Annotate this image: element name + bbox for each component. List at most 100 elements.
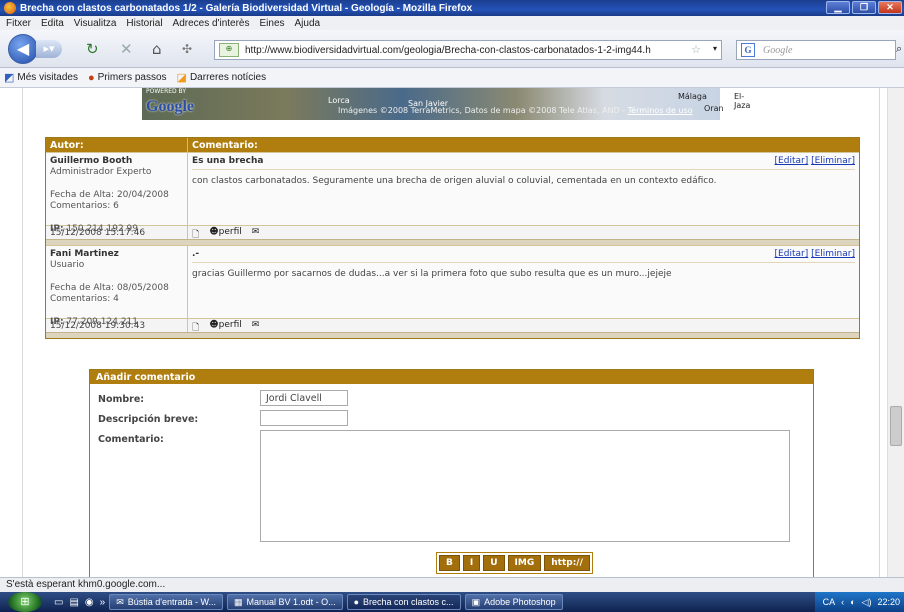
map-copyright: Imágenes ©2008 TerraMetrics, Datos de ma…	[338, 106, 693, 115]
network-icon[interactable]: ◐	[850, 597, 855, 607]
map-label-el-jaza: El-Jaza	[734, 92, 751, 110]
url-bar[interactable]: ⊕ http://www.biodiversidadvirtual.com/ge…	[214, 40, 722, 60]
system-tray: CA ‹ ◐ ◁) 22:20	[814, 592, 904, 612]
search-icon[interactable]: ⌕	[896, 42, 902, 56]
window-title: Brecha con clastos carbonatados 1/2 - Ga…	[20, 2, 473, 14]
menu-eines[interactable]: Eines	[260, 18, 285, 29]
author-name[interactable]: Fani Martinez	[50, 249, 183, 260]
profile-link[interactable]: ☻perfil	[209, 320, 242, 331]
comment-date: 15/12/2008 19:30:43	[46, 319, 188, 332]
document-icon[interactable]: 🗋	[192, 320, 199, 333]
bold-button[interactable]: B	[439, 555, 460, 571]
stop-icon[interactable]: ✕	[120, 41, 133, 57]
map-label-malaga: Málaga	[678, 92, 707, 101]
message-icon[interactable]: ✉	[252, 227, 260, 238]
author-role: Usuario	[50, 260, 85, 270]
comment-date: 15/12/2008 15:17:46	[46, 226, 188, 239]
bookmark-most-visited[interactable]: ◩ Més visitades	[4, 71, 78, 84]
delete-link[interactable]: [Eliminar]	[811, 249, 855, 259]
reload-icon[interactable]: ↻	[86, 41, 99, 57]
menu-bar: Fitxer Edita Visualitza Historial Adrece…	[0, 16, 904, 30]
document-app-icon: ▦	[234, 596, 243, 607]
menu-edita[interactable]: Edita	[41, 18, 64, 29]
comment-body: .- [Editar] [Eliminar] gracias Guillermo…	[188, 246, 859, 318]
close-button[interactable]: ✕	[878, 1, 902, 14]
comment-author: Guillermo Booth Administrador Experto Fe…	[46, 153, 188, 234]
minimize-button[interactable]: ▁	[826, 1, 850, 14]
delete-link[interactable]: [Eliminar]	[811, 156, 855, 166]
tray-expand-icon[interactable]: ‹	[841, 597, 844, 607]
menu-visualitza[interactable]: Visualitza	[74, 18, 117, 29]
name-field[interactable]: Jordi Clavell	[260, 390, 348, 406]
menu-fitxer[interactable]: Fitxer	[6, 18, 31, 29]
taskbar-item-firefox[interactable]: ● Brecha con clastos c...	[346, 594, 461, 610]
author-name[interactable]: Guillermo Booth	[50, 156, 183, 167]
scrollbar-thumb[interactable]	[890, 406, 902, 446]
comment-textarea[interactable]	[260, 430, 790, 542]
comment-author: Fani Martinez Usuario Fecha de Alta: 08/…	[46, 246, 188, 327]
maximize-button[interactable]: ❐	[852, 1, 876, 14]
profile-icon: ☻	[209, 320, 219, 330]
comments-header: Autor: Comentario:	[46, 138, 859, 152]
map-label-lorca: Lorca	[328, 96, 350, 105]
bookmark-latest-news[interactable]: ◪ Darreres notícies	[177, 71, 267, 84]
forward-button[interactable]: ▸▾	[36, 40, 62, 58]
firefox-task-icon: ●	[353, 597, 360, 607]
comment-row: Fani Martinez Usuario Fecha de Alta: 08/…	[46, 245, 859, 327]
comment-title: .-	[192, 249, 855, 263]
windows-taskbar: ⊞ ▭ ▤ ◉ » ✉ Bústia d'entrada - W... ▦ Manu…	[0, 592, 904, 612]
menu-historial[interactable]: Historial	[126, 18, 162, 29]
menu-ajuda[interactable]: Ajuda	[295, 18, 321, 29]
author-role: Administrador Experto	[50, 167, 152, 177]
status-bar: S'està esperant khm0.google.com...	[0, 577, 904, 592]
search-input[interactable]: G Google	[736, 40, 896, 60]
profile-icon: ☻	[209, 227, 219, 237]
bookmark-star-icon[interactable]: ☆	[691, 43, 701, 56]
firefox-icon	[4, 2, 16, 14]
underline-button[interactable]: U	[483, 555, 505, 571]
start-button[interactable]: ⊞	[8, 592, 42, 612]
google-map[interactable]: POWERED BY Google Lorca San Javier Málag…	[142, 88, 750, 120]
description-field[interactable]	[260, 410, 348, 426]
language-indicator[interactable]: CA	[823, 597, 836, 607]
comment-actions: [Editar] [Eliminar]	[775, 249, 855, 259]
comment-footer: 15/12/2008 15:17:46 🗋 ☻perfil ✉	[46, 225, 859, 240]
taskbar-item-writer[interactable]: ▦ Manual BV 1.odt - O...	[227, 594, 343, 610]
show-desktop-icon[interactable]: ▭	[54, 597, 63, 608]
edit-link[interactable]: [Editar]	[775, 249, 809, 259]
url-dropdown-icon[interactable]: ▾	[713, 44, 717, 53]
profile-link[interactable]: ☻perfil	[209, 227, 242, 238]
comment-column-header: Comentario:	[192, 140, 258, 151]
taskbar-item-mail[interactable]: ✉ Bústia d'entrada - W...	[109, 594, 224, 610]
bookmark-first-steps[interactable]: ● Primers passos	[88, 72, 167, 84]
author-joined: Fecha de Alta: 20/04/2008	[50, 190, 169, 200]
add-comment-form: Añadir comentario Nombre: Jordi Clavell …	[89, 369, 814, 577]
menu-adreces[interactable]: Adreces d'interès	[173, 18, 250, 29]
taskbar-item-photoshop[interactable]: ▣ Adobe Photoshop	[464, 594, 563, 610]
image-button[interactable]: IMG	[507, 555, 542, 571]
site-identity-icon[interactable]: ⊕	[219, 43, 239, 57]
url-text[interactable]: http://www.biodiversidadvirtual.com/geol…	[245, 45, 651, 56]
google-engine-icon[interactable]: G	[741, 43, 755, 57]
home-icon[interactable]: ⌂	[152, 41, 162, 57]
link-button[interactable]: http://	[544, 555, 590, 571]
italic-button[interactable]: I	[462, 555, 481, 571]
vertical-scrollbar[interactable]	[887, 88, 904, 577]
back-button[interactable]: ◀	[8, 34, 38, 64]
map-terms-link[interactable]: Términos de uso	[628, 106, 693, 115]
bookmark-folder-icon: ◩	[4, 72, 15, 84]
map-label-oran: Oran	[704, 104, 724, 113]
message-icon[interactable]: ✉	[252, 320, 260, 331]
more-icon[interactable]: »	[100, 597, 106, 608]
addon-icon[interactable]: ✣	[182, 41, 192, 57]
document-icon[interactable]: 🗋	[192, 227, 199, 240]
description-label: Descripción breve:	[98, 414, 199, 425]
author-comment-count: Comentarios: 4	[50, 294, 119, 304]
app-icon[interactable]: ◉	[85, 597, 94, 608]
switch-windows-icon[interactable]: ▤	[69, 597, 78, 608]
edit-link[interactable]: [Editar]	[775, 156, 809, 166]
photoshop-icon: ▣	[471, 596, 481, 607]
volume-icon[interactable]: ◁)	[862, 597, 872, 608]
clock[interactable]: 22:20	[877, 597, 900, 607]
page-content: POWERED BY Google Lorca San Javier Málag…	[0, 88, 904, 577]
